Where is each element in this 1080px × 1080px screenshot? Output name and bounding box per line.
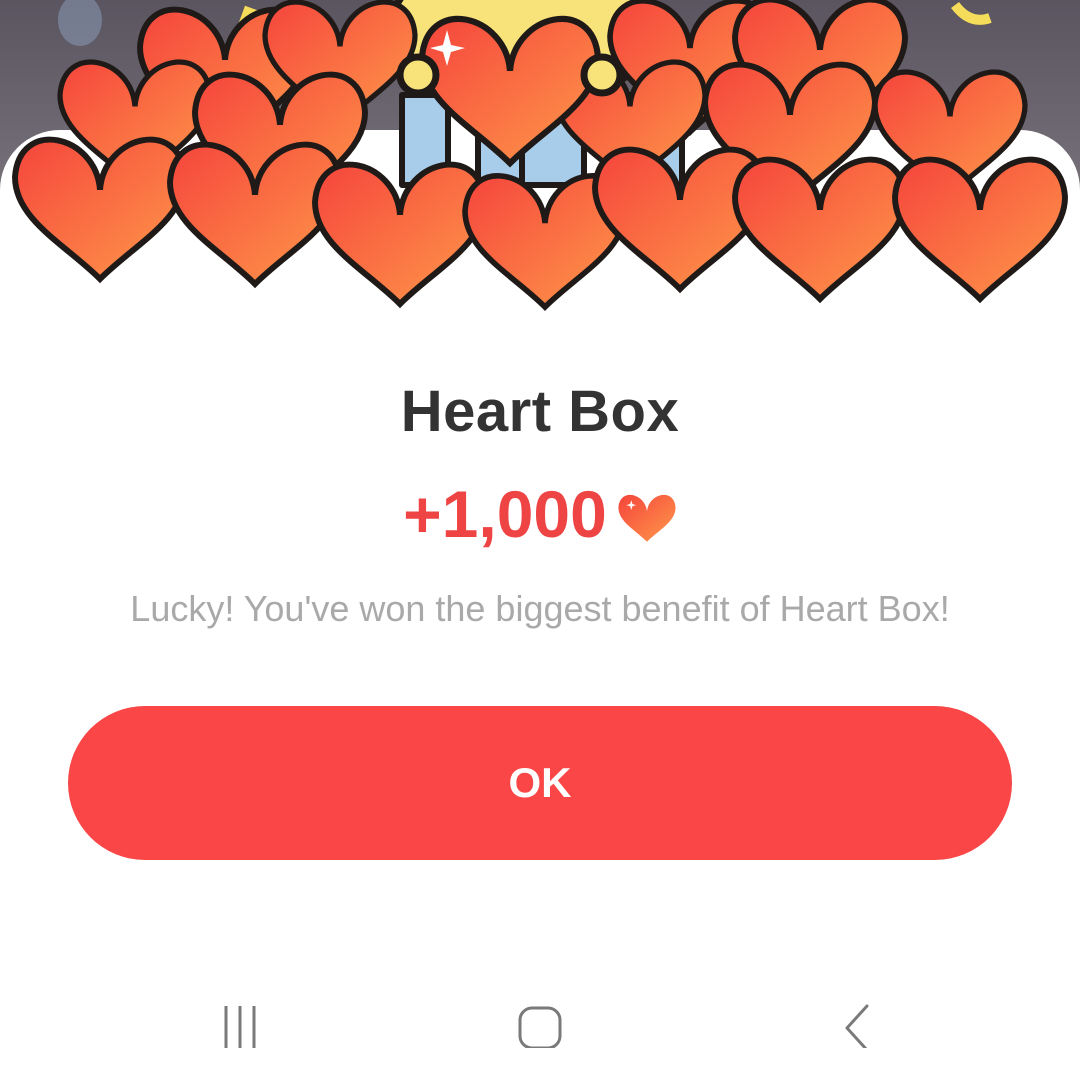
system-navigation-bar <box>0 975 1080 1060</box>
home-icon <box>518 1006 562 1048</box>
heart-icon <box>618 494 676 542</box>
recents-button[interactable] <box>195 975 285 1060</box>
heart-box-illustration <box>0 0 1080 330</box>
back-icon <box>845 1004 869 1048</box>
dialog-title: Heart Box <box>400 379 680 444</box>
reward-message: Lucky! You've won the biggest benefit of… <box>130 588 950 629</box>
ok-button[interactable]: OK <box>68 706 1012 860</box>
reward-amount: +1,000 <box>403 477 607 551</box>
heart-box-reward-screen: Heart Box +1,000 Lucky! You've won the b… <box>0 0 1080 1080</box>
recents-icon <box>224 1005 256 1048</box>
back-button[interactable] <box>800 975 890 1060</box>
reward-row: +1,000 <box>0 476 1080 552</box>
home-button[interactable] <box>495 975 585 1060</box>
